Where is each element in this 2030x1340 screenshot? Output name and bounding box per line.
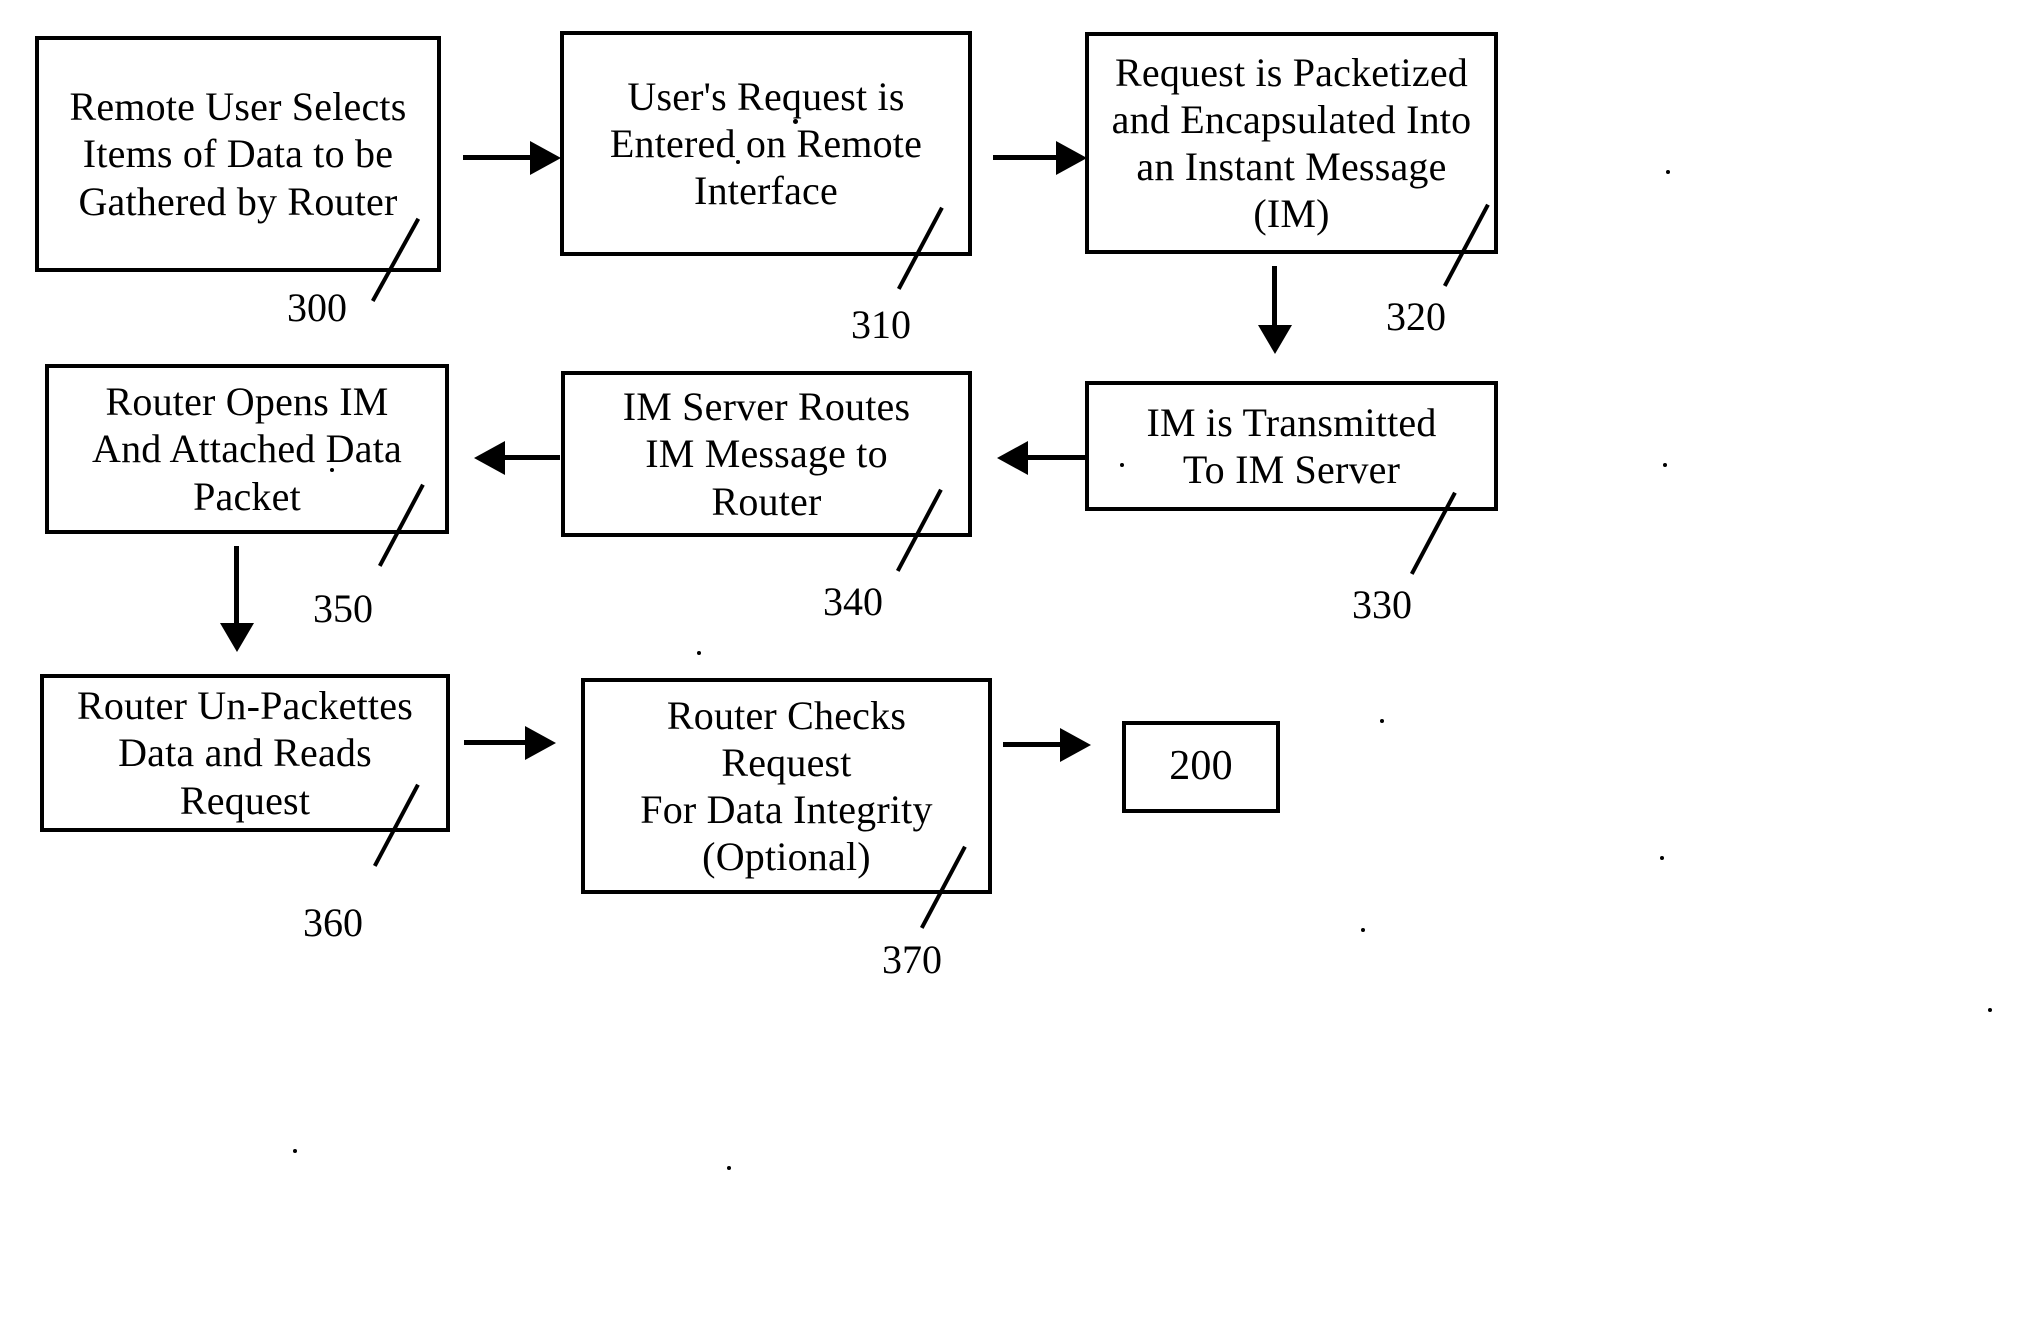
flow-node-350-label: Router Opens IM And Attached Data Packet [92,379,402,519]
arrowhead-icon [1257,325,1292,354]
arrow-300-to-310 [463,140,561,175]
arrowhead-icon [474,440,505,475]
ref-numeral-300: 300 [287,285,347,330]
ref-numeral-360: 360 [303,900,363,945]
scan-speckle [1361,928,1365,932]
flow-node-360-label: Router Un-Packettes Data and Reads Reque… [77,683,413,823]
ref-numeral-310: 310 [851,302,911,347]
ref-numeral-370: 370 [882,937,942,982]
scan-speckle [793,119,798,124]
flow-node-310-label: User's Request is Entered on Remote Inte… [609,73,923,214]
arrowhead-icon [219,623,254,652]
scan-speckle [293,1149,297,1153]
arrow-340-to-350 [474,440,560,475]
flow-node-310[interactable]: User's Request is Entered on Remote Inte… [560,31,972,256]
arrowhead-icon [1060,727,1091,762]
flow-node-340-label: IM Server Routes IM Message to Router [622,384,911,524]
flow-node-200[interactable]: 200 [1122,721,1280,813]
ref-numeral-350: 350 [313,586,373,631]
flow-node-370[interactable]: Router Checks Request For Data Integrity… [581,678,992,894]
flow-node-320[interactable]: Request is Packetized and Encapsulated I… [1085,32,1498,254]
flow-node-340[interactable]: IM Server Routes IM Message to Router [561,371,972,537]
flow-node-330-label: IM is Transmitted To IM Server [1146,399,1437,492]
arrow-320-to-330 [1257,266,1292,354]
scan-speckle [1660,856,1664,860]
scan-speckle [1120,463,1124,467]
flow-node-300[interactable]: Remote User Selects Items of Data to be … [35,36,441,272]
scan-speckle [736,160,740,164]
scan-speckle [1663,463,1667,467]
flow-node-200-label: 200 [1169,743,1233,790]
flow-node-370-label: Router Checks Request For Data Integrity… [640,692,933,880]
ref-numeral-330: 330 [1352,582,1412,627]
flow-node-320-label: Request is Packetized and Encapsulated I… [1111,49,1472,237]
flow-node-330[interactable]: IM is Transmitted To IM Server [1085,381,1498,511]
arrowhead-icon [525,725,556,760]
arrowhead-icon [530,140,561,175]
arrowhead-icon [1056,140,1087,175]
scan-speckle [1380,719,1384,723]
arrowhead-icon [997,440,1028,475]
arrow-330-to-340 [997,440,1085,475]
ref-numeral-340: 340 [823,579,883,624]
scan-speckle [697,651,701,655]
flow-node-360[interactable]: Router Un-Packettes Data and Reads Reque… [40,674,450,832]
flow-node-350[interactable]: Router Opens IM And Attached Data Packet [45,364,449,534]
figure-canvas: Remote User Selects Items of Data to be … [0,0,2030,1340]
arrow-370-to-200 [1003,727,1091,762]
scan-speckle [727,1166,731,1170]
scan-speckle [1666,170,1670,174]
scan-speckle [330,468,334,472]
arrow-360-to-370 [464,725,556,760]
scan-speckle [1988,1008,1992,1012]
arrow-350-to-360 [219,546,254,652]
flow-node-300-label: Remote User Selects Items of Data to be … [69,84,407,224]
arrow-310-to-320 [993,140,1087,175]
ref-numeral-320: 320 [1386,294,1446,339]
